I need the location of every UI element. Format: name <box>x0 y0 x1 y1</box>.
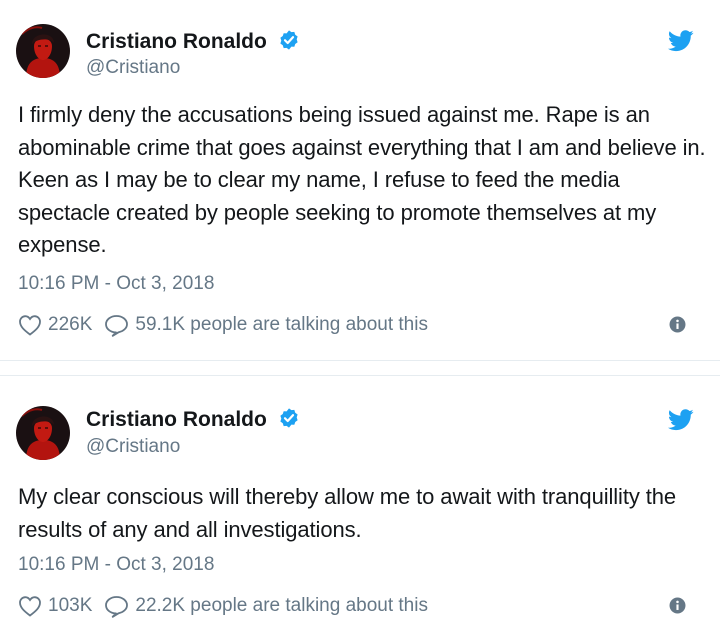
like-button[interactable]: 226K <box>18 314 104 336</box>
author-name-text: Cristiano Ronaldo <box>86 30 267 53</box>
author-name-text: Cristiano Ronaldo <box>86 408 267 431</box>
tweet-divider <box>0 360 720 376</box>
tweet-card-2: Cristiano Ronaldo @Cristiano My clear co… <box>0 376 720 626</box>
info-icon[interactable] <box>669 316 686 333</box>
speech-bubble-icon <box>105 595 129 618</box>
tweet-timestamp[interactable]: 10:16 PM - Oct 3, 2018 <box>18 272 214 296</box>
twitter-bird-icon[interactable] <box>668 409 694 431</box>
talking-about-text: 59.1K people are talking about this <box>135 314 428 335</box>
author-name[interactable]: Cristiano Ronaldo <box>86 407 300 433</box>
tweet-text: I firmly deny the accusations being issu… <box>18 102 706 258</box>
talking-link[interactable]: 22.2K people are talking about this <box>104 595 428 618</box>
tweet-text: My clear conscious will thereby allow me… <box>18 484 677 542</box>
author-name[interactable]: Cristiano Ronaldo <box>86 29 300 55</box>
tweet-actions: 226K 59.1K people are talking about this <box>18 312 702 338</box>
heart-icon <box>19 596 41 617</box>
avatar[interactable] <box>16 24 70 78</box>
tweet-actions: 103K 22.2K people are talking about this <box>18 593 702 619</box>
twitter-bird-icon[interactable] <box>668 30 694 52</box>
heart-icon <box>19 315 41 336</box>
speech-bubble-icon <box>105 314 129 337</box>
verified-badge-icon <box>280 30 298 50</box>
verified-badge-icon <box>280 408 298 428</box>
tweet-timestamp[interactable]: 10:16 PM - Oct 3, 2018 <box>18 553 214 577</box>
info-icon[interactable] <box>669 597 686 614</box>
avatar[interactable] <box>16 406 70 460</box>
likes-count: 226K <box>48 314 93 335</box>
talking-link[interactable]: 59.1K people are talking about this <box>104 314 428 337</box>
tweet-card-1: Cristiano Ronaldo @Cristiano I firmly de… <box>0 0 720 358</box>
like-button[interactable]: 103K <box>18 595 104 617</box>
talking-about-text: 22.2K people are talking about this <box>135 595 428 616</box>
likes-count: 103K <box>48 595 93 616</box>
author-handle[interactable]: @Cristiano <box>86 56 180 80</box>
author-handle[interactable]: @Cristiano <box>86 435 180 459</box>
